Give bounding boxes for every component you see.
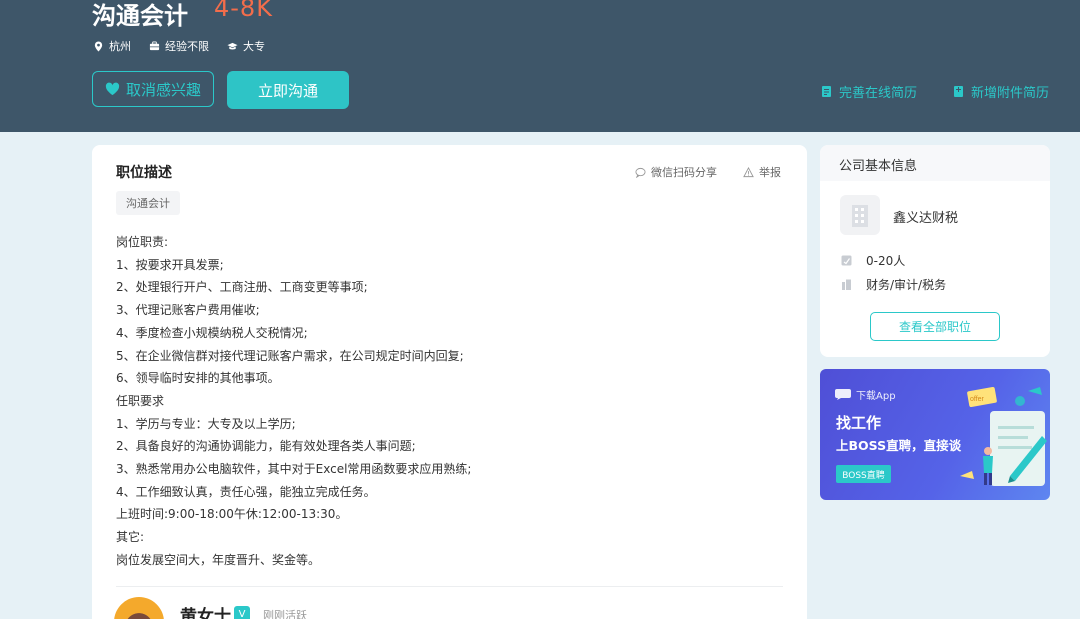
building-icon: [852, 205, 868, 227]
desc-line: 岗位职责:: [116, 235, 169, 249]
salary: 4-8K: [214, 0, 273, 22]
offer-illustration: offer: [960, 387, 1047, 486]
desc-line: 2、处理银行开户、工商注册、工商变更等事项;: [116, 280, 368, 295]
job-header: 沟通会计 4-8K 杭州 经验不限 大专 取消感兴趣 立即沟通 完善在线简历 新…: [0, 0, 1080, 132]
add-attachment-label: 新增附件简历: [971, 86, 1050, 101]
company-logo[interactable]: [840, 195, 880, 235]
chat-now-button[interactable]: 立即沟通: [227, 71, 349, 109]
improve-resume-label: 完善在线简历: [839, 86, 918, 101]
recruiter-avatar[interactable]: [114, 597, 164, 619]
desc-line: 上班时间:9:00-18:00午休:12:00-13:30。: [116, 507, 348, 522]
chat-bubble-icon: [635, 167, 646, 178]
report-label: 举报: [759, 166, 781, 179]
company-size-row: 0-20人: [841, 252, 905, 269]
recruiter-status: 刚刚活跃: [263, 609, 307, 619]
company-card-title: 公司基本信息: [820, 145, 1050, 181]
resume-icon: [822, 86, 831, 97]
desc-line: 2、具备良好的沟通协调能力，能有效处理各类人事问题;: [116, 439, 416, 454]
section-title: 职位描述: [116, 165, 172, 181]
tag-location-label: 杭州: [109, 40, 131, 53]
company-info-card: 公司基本信息 鑫义达财税 0-20人 财务/审计/税务 查看全部职位: [820, 145, 1050, 357]
tag-education: 大专: [227, 38, 265, 54]
keyword-tag: 沟通会计: [116, 191, 180, 215]
company-name[interactable]: 鑫义达财税: [893, 207, 958, 226]
chat-app-icon: [835, 389, 851, 400]
graduation-cap-icon: [227, 42, 238, 49]
add-attachment-link[interactable]: 新增附件简历: [953, 82, 1049, 101]
briefcase-icon: [149, 40, 160, 50]
job-tags: 杭州 经验不限 大专: [93, 38, 265, 54]
boss-app-button[interactable]: BOSS直聘: [836, 465, 891, 483]
desc-line: 1、学历与专业：大专及以上学历;: [116, 416, 296, 431]
improve-resume-link[interactable]: 完善在线简历: [821, 82, 917, 101]
download-app-label: 下载App: [835, 387, 896, 402]
wechat-share-label: 微信扫码分享: [651, 166, 717, 179]
report-link[interactable]: 举报: [743, 164, 781, 180]
job-title: 沟通会计: [92, 2, 188, 30]
wechat-share-link[interactable]: 微信扫码分享: [635, 164, 717, 180]
banner-title: 找工作: [836, 414, 882, 432]
cancel-interest-label: 取消感兴趣: [125, 80, 201, 99]
people-icon: [841, 255, 852, 266]
warning-icon: [743, 166, 754, 177]
industry-icon: [842, 279, 851, 290]
company-industry: 财务/审计/税务: [866, 278, 947, 292]
location-pin-icon: [94, 40, 103, 52]
desc-line: 5、在企业微信群对接代理记账客户需求，在公司规定时间内回复;: [116, 348, 464, 363]
heart-icon: [105, 82, 120, 96]
job-description-text: 岗位职责: 1、按要求开具发票; 2、处理银行开户、工商注册、工商变更等事项; …: [116, 231, 776, 572]
desc-line: 岗位发展空间大，年度晋升、奖金等。: [116, 552, 321, 567]
app-download-banner[interactable]: 下载App 找工作 上BOSS直聘，直接谈 BOSS直聘 offer: [820, 369, 1050, 500]
desc-line: 3、代理记账客户费用催收;: [116, 303, 260, 318]
desc-line: 3、熟悉常用办公电脑软件，其中对于Excel常用函数要求应用熟练;: [116, 462, 472, 477]
attachment-file-icon: [954, 86, 963, 97]
verified-badge-icon: V: [234, 606, 250, 619]
banner-subtitle: 上BOSS直聘，直接谈: [836, 438, 962, 453]
desc-line: 其它:: [116, 530, 145, 545]
tag-experience: 经验不限: [149, 38, 209, 54]
desc-line: 1、按要求开具发票;: [116, 257, 224, 272]
desc-line: 4、季度检查小规模纳税人交税情况;: [116, 325, 308, 340]
cancel-interest-button[interactable]: 取消感兴趣: [92, 71, 214, 107]
desc-line: 6、领导临时安排的其他事项。: [116, 371, 280, 386]
tag-location: 杭州: [93, 38, 131, 54]
desc-line: 4、工作细致认真，责任心强，能独立完成任务。: [116, 484, 376, 499]
desc-line: 任职要求: [116, 393, 165, 408]
company-size: 0-20人: [866, 254, 906, 268]
recruiter-name: 黄女士: [180, 607, 231, 619]
tag-experience-label: 经验不限: [165, 40, 209, 53]
download-app-text: 下载App: [856, 391, 896, 402]
divider: [116, 586, 783, 587]
offer-paper-label: offer: [970, 396, 985, 403]
company-industry-row: 财务/审计/税务: [841, 276, 946, 293]
tag-education-label: 大专: [243, 40, 265, 53]
view-all-jobs-button[interactable]: 查看全部职位: [870, 312, 1000, 341]
job-description-card: 职位描述 微信扫码分享 举报 沟通会计 岗位职责: 1、按要求开具发票; 2、处…: [92, 145, 807, 619]
